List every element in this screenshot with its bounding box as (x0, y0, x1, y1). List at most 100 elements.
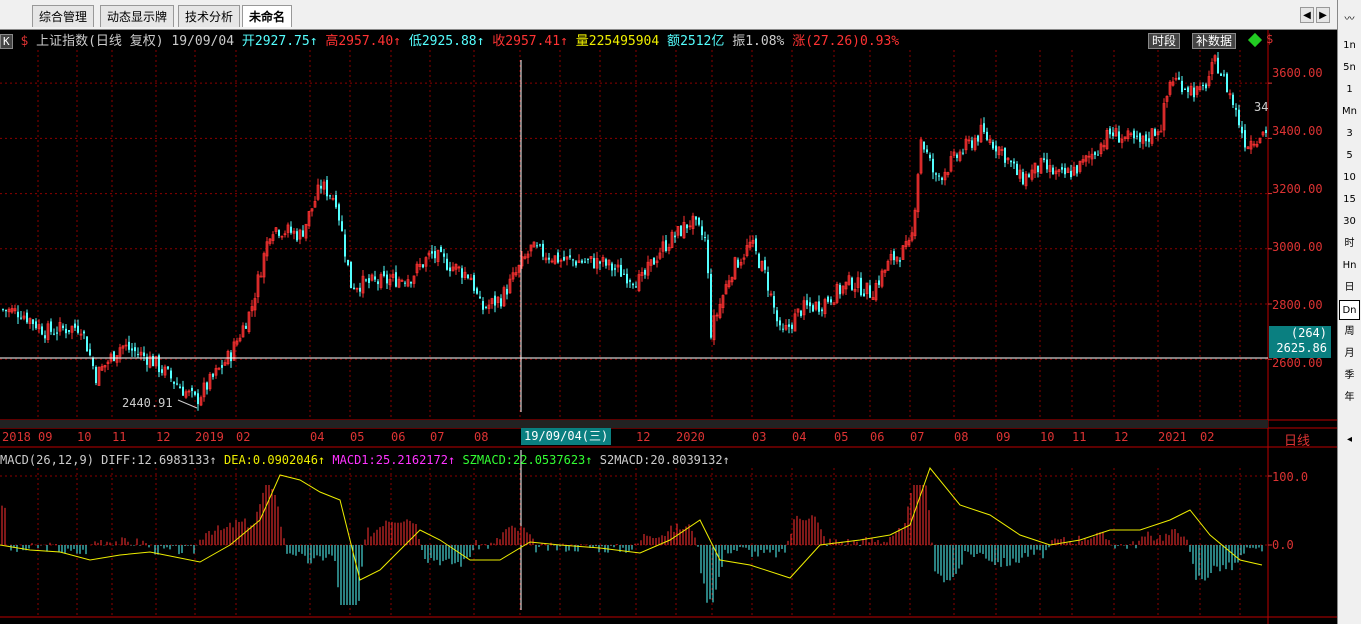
candle-body (710, 273, 712, 338)
candle-body (5, 309, 7, 312)
candle-body (506, 288, 508, 295)
candle-body (839, 284, 841, 295)
candle-body (1226, 73, 1228, 93)
candle-body (476, 288, 478, 294)
candle-body (1136, 135, 1138, 137)
candle-body (500, 298, 502, 307)
candle-body (614, 268, 616, 270)
candle-body (1184, 88, 1186, 90)
period-button-10[interactable]: 15 (1339, 190, 1360, 210)
toolbar-more-icon[interactable]: ◂ (1339, 430, 1360, 450)
period-button-year[interactable] (1339, 410, 1360, 430)
candle-body (1244, 130, 1246, 148)
candle-body (773, 296, 775, 308)
amplitude-label: 振 (732, 34, 746, 49)
candle-body (197, 393, 199, 405)
macd-macd1: MACD1:25.2162172 (332, 453, 448, 467)
high-arrow: ↑ (393, 34, 401, 49)
period-button-5n[interactable]: 1 (1339, 80, 1360, 100)
period-button-mn[interactable]: 3 (1339, 124, 1360, 144)
open-arrow: ↑ (309, 34, 318, 49)
candle-body (1043, 158, 1045, 161)
macd-dea-line (0, 466, 1263, 581)
time-segment-button[interactable]: 时段 (1148, 33, 1181, 49)
period-button-5[interactable]: 10 (1339, 168, 1360, 188)
candle-body (1265, 129, 1267, 134)
candle-body (1004, 147, 1006, 163)
candle-body (665, 240, 667, 251)
x-axis-label: 10 (1040, 430, 1055, 444)
candle-body (86, 336, 88, 352)
macd-diff: DIFF:12.6983133 (101, 453, 210, 467)
x-axis-label: 11 (1072, 430, 1087, 444)
quote-header: K $ 上证指数(日线 复权) 19/09/04 开2927.75↑ 高2957… (0, 32, 899, 52)
candle-body (1094, 152, 1096, 155)
candle-body (653, 257, 655, 265)
candle-body (737, 259, 739, 268)
candle-body (926, 149, 928, 153)
candle-body (32, 319, 34, 325)
period-button-1[interactable]: Mn (1339, 102, 1360, 122)
candle-body (587, 258, 589, 260)
period-button-day[interactable]: Dn (1339, 300, 1360, 320)
x-axis-label: 06 (391, 430, 406, 444)
candle-body (962, 152, 964, 154)
period-button-hn[interactable]: 日 (1339, 278, 1360, 298)
candle-body (35, 321, 37, 329)
candle-body (923, 141, 925, 150)
x-axis-label: 05 (350, 430, 365, 444)
period-button-1n-2[interactable]: 5n (1339, 58, 1360, 78)
candle-body (128, 341, 130, 350)
candle-body (851, 277, 853, 290)
period-button-quarter[interactable]: 年 (1339, 388, 1360, 408)
candle-body (89, 349, 91, 356)
k-line-icon[interactable]: K (0, 34, 13, 49)
chart-area[interactable] (0, 0, 1337, 624)
candle-body (632, 283, 634, 286)
chart-line-icon[interactable]: 〰 (1339, 10, 1360, 30)
candle-body (818, 301, 820, 312)
candle-body (782, 328, 784, 330)
candle-body (113, 351, 115, 361)
candle-body (347, 259, 349, 266)
period-button-month[interactable]: 季 (1339, 366, 1360, 386)
cursor-price-box: (264) 2625.86 (1269, 326, 1331, 358)
candle-body (788, 324, 790, 327)
change-value: (27.26)0.93% (805, 34, 900, 49)
candle-body (1145, 134, 1147, 142)
candle-body (443, 253, 445, 257)
candle-body (548, 257, 550, 260)
macd-s2macd-arrow: ↑ (722, 453, 730, 467)
candle-body (869, 285, 871, 298)
period-button-dn[interactable]: 周 (1339, 322, 1360, 342)
candle-body (290, 226, 292, 233)
period-button-30[interactable]: 时 (1339, 234, 1360, 254)
candle-body (767, 271, 769, 291)
candle-body (206, 382, 208, 390)
x-axis-label: 02 (1200, 430, 1215, 444)
candle-body (878, 280, 880, 285)
candle-body (182, 386, 184, 396)
period-label[interactable]: 日线 (1284, 430, 1310, 449)
candle-body (644, 269, 646, 275)
period-button-1n[interactable]: 1n (1339, 36, 1360, 56)
candle-body (278, 230, 280, 236)
supplement-data-button[interactable]: 补数据 (1192, 33, 1237, 49)
period-button-15[interactable]: 30 (1339, 212, 1360, 232)
candle-body (479, 296, 481, 299)
candle-body (350, 261, 352, 289)
candle-body (764, 260, 766, 270)
candle-body (1238, 109, 1240, 126)
candle-body (1010, 160, 1012, 163)
right-toolbar: 〰 1n 5n 1 Mn 3 5 10 15 30 时 Hn 日 Dn 周 月 … (1337, 0, 1361, 624)
candle-body (212, 373, 214, 377)
period-button-3[interactable]: 5 (1339, 146, 1360, 166)
candle-body (482, 301, 484, 310)
candle-body (971, 140, 973, 148)
period-button-week[interactable]: 月 (1339, 344, 1360, 364)
candle-body (431, 251, 433, 254)
period-button-hour[interactable]: Hn (1339, 256, 1360, 276)
candle-body (152, 355, 154, 367)
candle-body (53, 333, 55, 335)
candle-body (809, 302, 811, 307)
